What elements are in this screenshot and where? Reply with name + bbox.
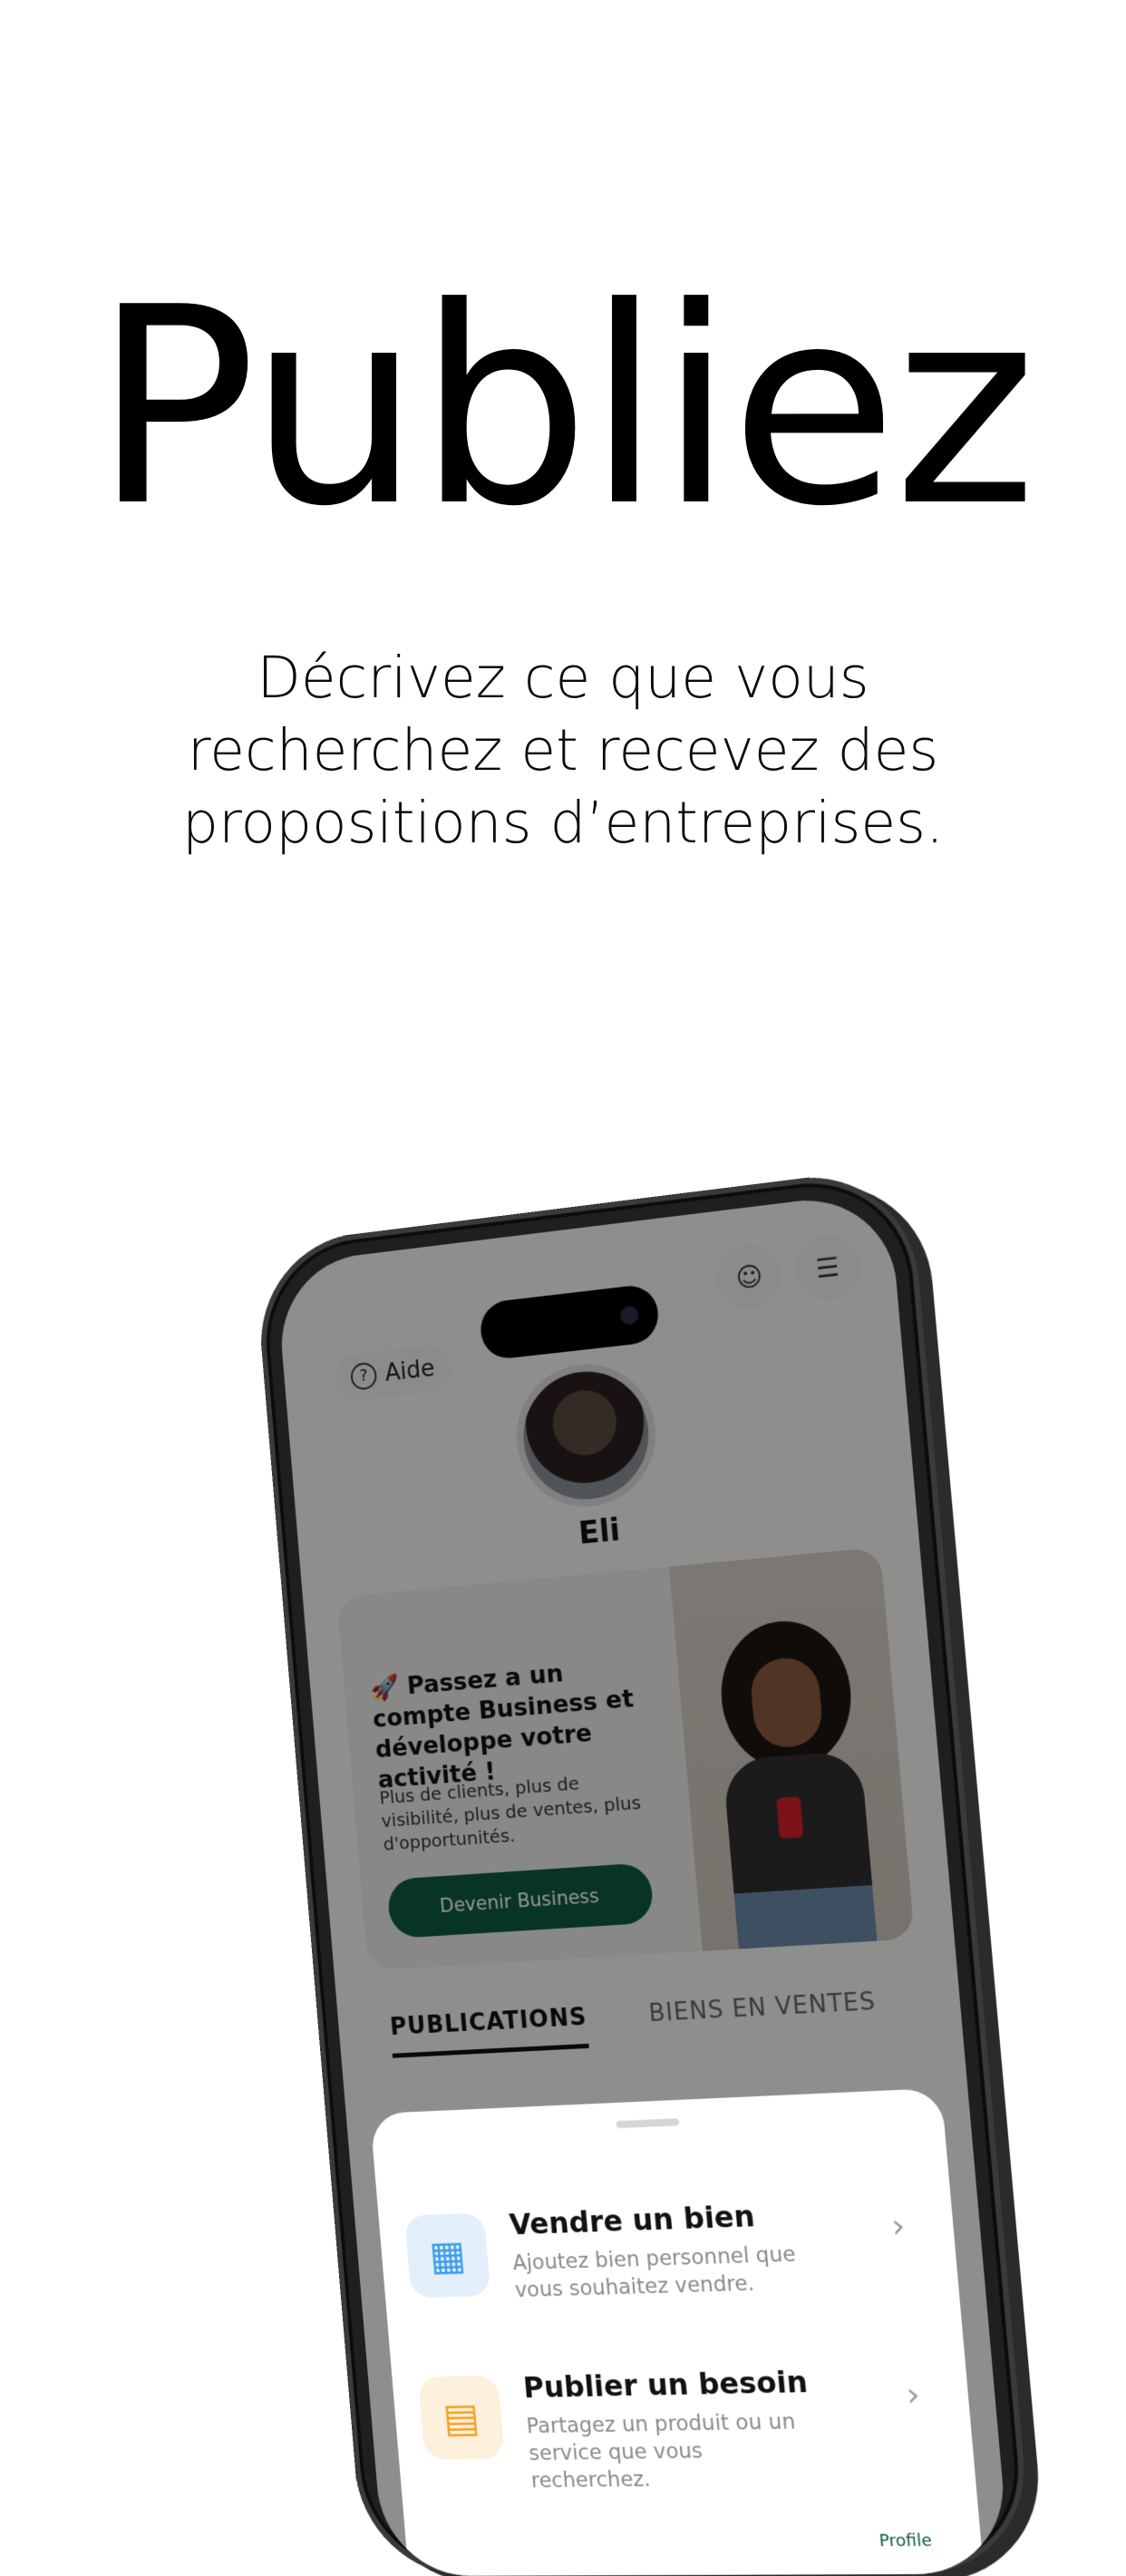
- phone-screen: ? Aide ☺ ☰ Eli 🚀 Passez a un compte Busi…: [275, 1190, 1011, 2576]
- publish-need-option[interactable]: ▤ Publier un besoin Partagez un produit …: [416, 2348, 952, 2494]
- cube-icon: ▦: [403, 2212, 491, 2299]
- option-description: Ajoutez bien personnel que vous souhaite…: [511, 2242, 797, 2303]
- hero-subtitle: Décrivez ce que vous recherchez et recev…: [182, 645, 944, 856]
- chevron-right-icon: ›: [889, 2207, 908, 2246]
- chevron-right-icon: ›: [904, 2376, 922, 2415]
- sheet-handle[interactable]: [616, 2118, 680, 2129]
- option-title: Vendre un bien: [508, 2198, 757, 2242]
- publish-bottom-sheet: ▦ Vendre un bien Ajoutez bien personnel …: [370, 2087, 988, 2576]
- nav-profile-label[interactable]: Profile: [878, 2531, 933, 2551]
- option-description: Partagez un produit ou un service que vo…: [525, 2409, 797, 2493]
- phone-mockup: ? Aide ☺ ☰ Eli 🚀 Passez a un compte Busi…: [253, 1162, 1053, 2576]
- document-icon: ▤: [417, 2375, 505, 2460]
- hero-title: Publiez: [92, 249, 1037, 566]
- option-title: Publier un besoin: [521, 2364, 810, 2406]
- camera-icon: [619, 1305, 639, 1326]
- sell-item-option[interactable]: ▦ Vendre un bien Ajoutez bien personnel …: [403, 2178, 937, 2332]
